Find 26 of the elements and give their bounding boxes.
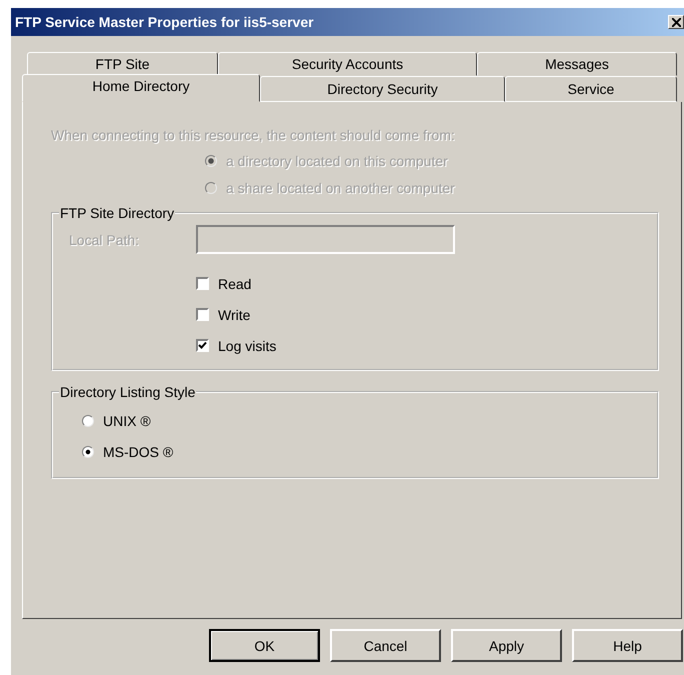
radio-label: MS-DOS ®	[103, 444, 174, 460]
window-title: FTP Service Master Properties for iis5-server	[15, 14, 314, 30]
tab[interactable]: Service	[505, 76, 677, 102]
radio-button[interactable]	[82, 446, 94, 458]
dialog-button[interactable]: OK	[209, 629, 320, 662]
radio-button[interactable]	[82, 414, 94, 426]
close-icon	[672, 18, 680, 26]
close-button[interactable]	[668, 15, 684, 29]
tab[interactable]: Directory Security	[260, 76, 505, 102]
radio-label: UNIX ®	[103, 412, 151, 428]
checkbox-label: Read	[218, 276, 252, 292]
group-title: FTP Site Directory	[59, 205, 176, 221]
checkbox-label: Write	[218, 306, 250, 322]
tab[interactable]: Security Accounts	[218, 52, 477, 76]
checkbox[interactable]	[196, 277, 209, 290]
checkbox-label: Log visits	[218, 338, 276, 354]
tab[interactable]: Home Directory	[22, 74, 260, 102]
dialog-button[interactable]: Apply	[451, 629, 562, 662]
checkbox[interactable]	[196, 308, 209, 321]
tab[interactable]: Messages	[477, 52, 677, 76]
dialog-button[interactable]: Cancel	[330, 629, 441, 662]
group-title: Directory Listing Style	[59, 384, 196, 400]
dialog-button[interactable]: Help	[572, 629, 683, 662]
check-icon	[198, 341, 207, 350]
checkbox[interactable]	[196, 339, 209, 352]
tab[interactable]: FTP Site	[27, 52, 218, 76]
